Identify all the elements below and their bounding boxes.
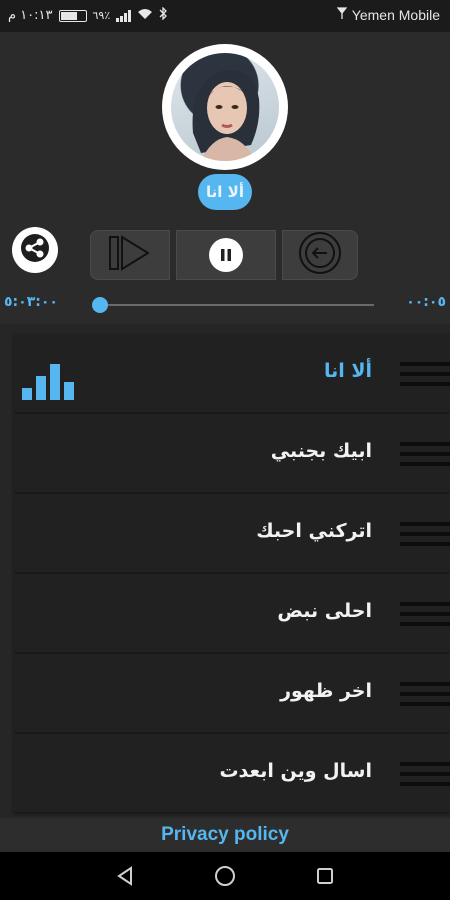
duration-label: ٥:٠٣:٠٠	[4, 294, 58, 310]
app-screen: ١٠:١٣ م ٦٩٪ Yemen Mobile ألا انا ٥:٠٣:٠٠…	[0, 0, 450, 900]
now-playing-title: ألا انا	[206, 183, 244, 201]
seek-thumb[interactable]	[92, 297, 108, 313]
song-list: ألا انا ابيك بجنبي اتركني احبك احلى نبض اخر …	[0, 324, 450, 818]
privacy-policy-label: Privacy policy	[161, 824, 289, 845]
song-title: ألا انا	[323, 360, 372, 382]
skip-next-icon	[108, 233, 152, 277]
song-title: اتركني احبك	[256, 520, 372, 542]
battery-percent: ٦٩٪	[92, 9, 111, 22]
drag-handle-icon[interactable]	[400, 602, 450, 636]
song-title: احلى نبض	[277, 600, 372, 622]
status-bar: ١٠:١٣ م ٦٩٪ Yemen Mobile	[0, 0, 450, 32]
song-row[interactable]: ألا انا	[14, 334, 450, 412]
elapsed-label: ٠٠:٠٥	[406, 294, 446, 310]
drag-handle-icon[interactable]	[400, 362, 450, 396]
carrier-name: Yemen Mobile	[351, 7, 440, 23]
artist-avatar	[171, 53, 279, 161]
drag-handle-icon[interactable]	[400, 522, 450, 556]
artist-avatar-ring	[162, 44, 288, 170]
back-arrow-icon	[298, 231, 342, 279]
status-left: ١٠:١٣ م ٦٩٪	[8, 6, 168, 24]
song-title: ابيك بجنبي	[270, 440, 372, 462]
playback-controls	[90, 230, 358, 280]
seek-bar[interactable]	[98, 304, 374, 306]
previous-button[interactable]	[282, 230, 358, 280]
privacy-policy-link[interactable]: Privacy policy	[0, 818, 450, 852]
song-row[interactable]: اسال وين ابعدت	[14, 734, 450, 812]
equalizer-icon	[22, 364, 78, 400]
bluetooth-icon	[159, 6, 168, 24]
share-button[interactable]	[12, 227, 58, 273]
song-row[interactable]: اخر ظهور	[14, 654, 450, 732]
battery-icon	[58, 9, 87, 22]
song-row[interactable]: ابيك بجنبي	[14, 414, 450, 492]
recents-square-icon[interactable]	[313, 864, 337, 888]
now-playing-pill: ألا انا	[198, 174, 252, 210]
status-right: Yemen Mobile	[336, 7, 440, 23]
signal-icon	[116, 9, 132, 22]
song-row[interactable]: احلى نبض	[14, 574, 450, 652]
back-triangle-icon[interactable]	[113, 864, 137, 888]
song-row[interactable]: اتركني احبك	[14, 494, 450, 572]
next-button[interactable]	[90, 230, 170, 280]
song-title: اسال وين ابعدت	[219, 760, 372, 782]
navigation-bar	[0, 852, 450, 900]
pause-button[interactable]	[176, 230, 276, 280]
drag-handle-icon[interactable]	[400, 682, 450, 716]
drag-handle-icon[interactable]	[400, 762, 450, 796]
song-title: اخر ظهور	[280, 680, 372, 702]
share-icon	[20, 233, 50, 267]
player-header: ألا انا ٥:٠٣:٠٠ ٠٠:٠٥	[0, 32, 450, 324]
pause-icon	[209, 238, 243, 272]
signal-triangle-icon	[336, 7, 348, 23]
clock: ١٠:١٣ م	[8, 8, 53, 23]
drag-handle-icon[interactable]	[400, 442, 450, 476]
wifi-icon	[137, 8, 153, 24]
home-circle-icon[interactable]	[213, 864, 237, 888]
